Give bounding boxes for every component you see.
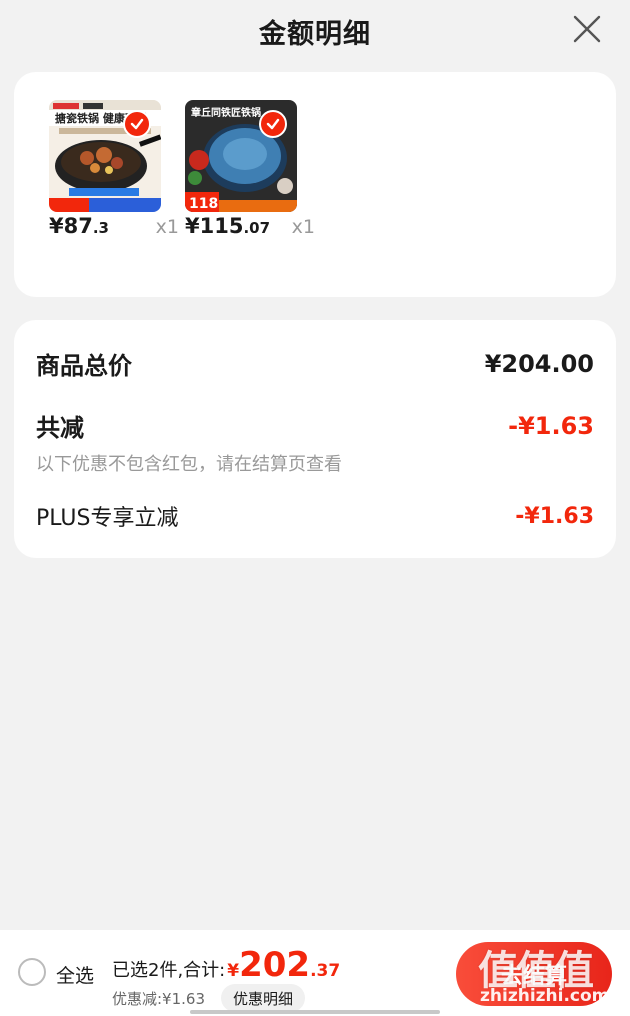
discount-detail-button[interactable]: 优惠明细 <box>221 984 306 1012</box>
selected-total: 已选2件,合计: ¥ 202 .37 <box>112 948 340 982</box>
discount-note: 以下优惠不包含红包，请在结算页查看 <box>36 454 342 475</box>
product-item[interactable]: 搪瓷铁锅 健康不锈 <box>49 100 161 212</box>
close-button[interactable] <box>570 12 604 46</box>
product-price-row: ¥87.3 x1 <box>49 214 179 238</box>
selected-check-badge <box>123 110 151 138</box>
total-amount-dec: .37 <box>310 961 341 981</box>
check-icon <box>266 118 280 130</box>
svg-text:118: 118 <box>189 196 218 212</box>
product-image-wok-iron[interactable]: 章丘同铁匠铁锅 118 <box>185 100 297 212</box>
discount-amount: 优惠减:¥1.63 <box>112 990 205 1008</box>
total-currency: ¥ <box>227 961 240 981</box>
product-price-row: ¥115.07 x1 <box>185 214 315 238</box>
product-quantity: x1 <box>155 216 179 238</box>
checkout-button[interactable]: 去结算 <box>456 942 612 1006</box>
total-price-value: ¥204.00 <box>484 349 594 378</box>
selected-count-label: 已选2件,合计: <box>112 960 226 981</box>
total-price-row: 商品总价 ¥204.00 <box>36 346 594 381</box>
product-price: ¥115.07 <box>185 214 271 238</box>
check-icon <box>130 118 144 130</box>
product-image-wok-enamel[interactable]: 搪瓷铁锅 健康不锈 <box>49 100 161 212</box>
checkout-bar: 全选 已选2件,合计: ¥ 202 .37 优惠减:¥1.63 优惠明细 去结算 <box>0 930 630 1016</box>
products-card: 搪瓷铁锅 健康不锈 ¥87.3 x1 章丘同铁匠铁锅 118 ¥115.07 x… <box>14 72 616 297</box>
total-amount-int: 202 <box>239 945 311 985</box>
home-indicator[interactable] <box>190 1010 440 1014</box>
product-item[interactable]: 章丘同铁匠铁锅 118 <box>185 100 297 212</box>
reduce-value: -¥1.63 <box>508 411 594 440</box>
selected-check-badge <box>259 110 287 138</box>
modal-header: 金额明细 <box>0 0 630 62</box>
reduce-label: 共减 <box>36 414 84 442</box>
page-title: 金额明细 <box>259 18 371 50</box>
select-all-label[interactable]: 全选 <box>56 961 94 988</box>
price-summary-card: 商品总价 ¥204.00 共减 -¥1.63 以下优惠不包含红包，请在结算页查看… <box>14 320 616 558</box>
close-icon <box>573 15 601 43</box>
plus-discount-label: PLUS专享立减 <box>36 506 179 531</box>
product-price: ¥87.3 <box>49 214 109 238</box>
plus-discount-value: -¥1.63 <box>515 503 594 529</box>
plus-discount-row: PLUS专享立减 -¥1.63 <box>36 500 594 532</box>
total-price-label: 商品总价 <box>36 352 132 380</box>
reduce-row: 共减 -¥1.63 <box>36 408 594 443</box>
svg-text:章丘同铁匠铁锅: 章丘同铁匠铁锅 <box>191 106 261 119</box>
product-quantity: x1 <box>291 216 315 238</box>
select-all-checkbox[interactable] <box>18 958 46 986</box>
